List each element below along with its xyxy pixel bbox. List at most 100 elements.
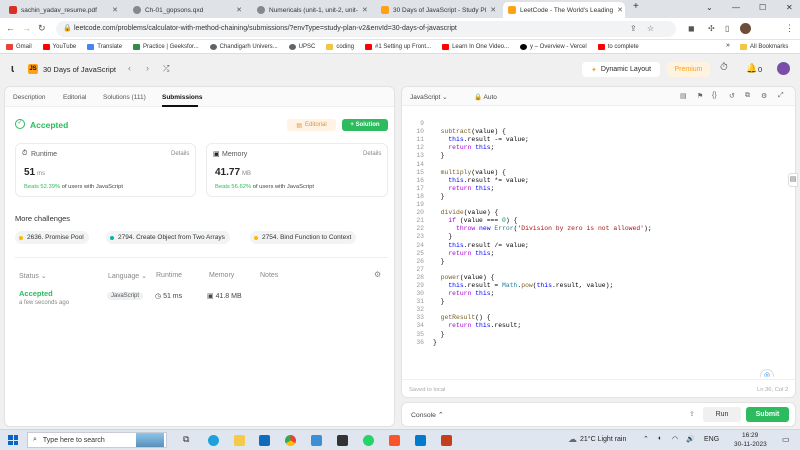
close-icon[interactable]: ✕ [232, 6, 242, 14]
browser-tab-3[interactable]: Numericals (unit-1, unit-2, unit- ✕ [252, 2, 371, 18]
chevron-down-icon[interactable]: ⌄ [706, 3, 713, 12]
source-code[interactable]: subtract(value) { this.result -= value; … [433, 112, 652, 347]
tray-chevron-up-icon[interactable]: ⌃ [643, 435, 649, 443]
study-plan-title[interactable]: 30 Days of JavaScript [43, 65, 116, 74]
side-panel-icon[interactable]: ▤ [788, 173, 798, 187]
run-button[interactable]: Run [703, 407, 741, 422]
sidebar-icon[interactable]: ▯ [725, 24, 729, 33]
menu-dots-icon[interactable]: ⋮ [785, 23, 794, 34]
bookmark-upsc[interactable]: UPSC [288, 43, 315, 50]
new-tab-button[interactable]: + [633, 1, 639, 12]
notification-bell-icon[interactable]: 🔔 [746, 63, 757, 74]
bookmark-setting-up-front[interactable]: #1 Setting up Front... [365, 43, 431, 50]
task-view-icon[interactable]: ⧉ [183, 434, 189, 445]
row-status[interactable]: Accepted [19, 289, 53, 298]
reset-icon[interactable]: ↺ [729, 92, 735, 100]
minimize-icon[interactable]: — [732, 3, 740, 12]
share-icon[interactable]: ⇪ [630, 24, 637, 33]
browser-tab-1[interactable]: sachin_yadav_resume.pdf ✕ [4, 2, 123, 18]
windows-start-icon[interactable] [8, 435, 18, 445]
bookmark-learn-one-video[interactable]: Learn In One Video... [442, 43, 509, 50]
settings-gear-icon[interactable]: ⚙ [374, 270, 381, 279]
runtime-details-link[interactable]: Details [171, 151, 189, 157]
column-status[interactable]: Status ⌄ [19, 272, 47, 280]
weather-text[interactable]: 21°C Light rain [580, 436, 626, 443]
tab-solutions[interactable]: Solutions (111) [103, 94, 146, 101]
expand-icon[interactable]: ⤢ [778, 92, 784, 100]
table-row[interactable]: Accepted a few seconds ago JavaScript ◷ … [15, 286, 388, 310]
forward-icon[interactable]: → [22, 23, 31, 33]
runtime-card[interactable]: ⏱ Runtime Details 51 ms Beats 52.39% of … [15, 143, 196, 197]
tab-submissions[interactable]: Submissions [162, 94, 202, 101]
next-icon[interactable]: › [146, 63, 149, 73]
prev-icon[interactable]: ‹ [128, 63, 131, 73]
extensions-puzzle-icon[interactable]: ✣ [708, 24, 715, 33]
bookmark-vercel[interactable]: y – Overview - Vercel [520, 43, 587, 50]
bookmark-youtube[interactable]: YouTube [42, 43, 76, 50]
clock-date[interactable]: 30-11-2023 [734, 441, 767, 448]
browser-tab-2[interactable]: Ch-01_gopsons.qxd ✕ [128, 2, 247, 18]
bookmark-geeksforgeeks[interactable]: Practice | Geeksfor... [133, 43, 199, 50]
maximize-icon[interactable]: ☐ [759, 3, 766, 12]
leetcode-logo-icon[interactable]: ɩ [11, 63, 14, 75]
browser-tab-4[interactable]: 30 Days of JavaScript - Study Pl ✕ [376, 2, 498, 18]
challenge-chip[interactable]: 2636. Promise Pool [15, 231, 89, 244]
tab-description[interactable]: Description [13, 94, 46, 101]
brave-icon[interactable] [389, 435, 400, 446]
bookmark-coding-folder[interactable]: coding [326, 43, 354, 50]
bookmark-star-icon[interactable]: ☆ [647, 24, 654, 33]
clock-time[interactable]: 16:29 [742, 432, 758, 439]
vscode-icon[interactable] [415, 435, 426, 446]
close-icon[interactable]: ✕ [613, 6, 623, 14]
profile-avatar[interactable] [740, 23, 751, 34]
media-icon[interactable] [337, 435, 348, 446]
settings-gear-icon[interactable]: ⚙ [761, 92, 767, 100]
challenge-chip[interactable]: 2794. Create Object from Two Arrays [106, 231, 230, 244]
challenge-chip[interactable]: 2754. Bind Function to Context [250, 231, 357, 244]
user-avatar[interactable] [777, 62, 790, 75]
all-bookmarks[interactable]: All Bookmarks [740, 44, 788, 50]
feedback-chat-icon[interactable]: ◎ [760, 369, 774, 377]
code-area[interactable]: 9 10 11 12 13 14 15 16 17 18 19 20 21 22… [402, 107, 795, 377]
chrome-icon[interactable] [285, 435, 296, 446]
close-icon[interactable]: ✕ [486, 6, 496, 14]
language-select[interactable]: JavaScript ⌄ [410, 93, 448, 101]
timer-icon[interactable]: ⏱ [720, 62, 728, 73]
extension-icon[interactable]: ◼ [688, 24, 695, 33]
url-field[interactable]: 🔒 leetcode.com/problems/calculator-with-… [56, 21, 676, 37]
shuffle-icon[interactable]: ⤮ [163, 64, 169, 74]
auto-mode-toggle[interactable]: 🔒 Auto [474, 93, 497, 101]
whatsapp-icon[interactable] [363, 435, 374, 446]
braces-icon[interactable]: {} [712, 92, 717, 99]
network-icon[interactable]: ◐ [658, 435, 662, 442]
close-icon[interactable]: ✕ [108, 6, 118, 14]
bookmark-chandigarh[interactable]: Chandigarh Univers... [209, 43, 278, 50]
column-language[interactable]: Language ⌄ [108, 272, 147, 280]
tab-editorial[interactable]: Editorial [63, 94, 86, 101]
file-explorer-icon[interactable] [234, 435, 245, 446]
bookmark-icon[interactable]: ⚑ [697, 92, 703, 100]
upload-icon[interactable]: ⇪ [689, 410, 695, 418]
dynamic-layout-button[interactable]: ✦ Dynamic Layout [582, 62, 660, 77]
close-window-icon[interactable]: ✕ [786, 3, 793, 12]
wifi-icon[interactable]: ◠ [672, 435, 678, 443]
bookmark-translate[interactable]: Translate [87, 43, 122, 50]
submit-button[interactable]: Submit [746, 407, 789, 422]
solution-button[interactable]: + Solution [342, 119, 388, 131]
memory-card[interactable]: ▣ Memory Details 41.77 MB Beats 56.62% o… [206, 143, 388, 197]
powerpoint-icon[interactable] [441, 435, 452, 446]
memory-details-link[interactable]: Details [363, 151, 381, 157]
bookmarks-overflow-icon[interactable]: » [726, 42, 730, 49]
reload-icon[interactable]: ↻ [38, 23, 46, 34]
photos-icon[interactable] [311, 435, 322, 446]
browser-tab-5[interactable]: LeetCode - The World's Leading ✕ [503, 2, 625, 18]
notifications-icon[interactable]: ▭ [782, 435, 790, 444]
console-toggle[interactable]: Console ⌃ [411, 411, 444, 419]
close-icon[interactable]: ✕ [358, 6, 368, 14]
volume-icon[interactable]: 🔊 [686, 435, 695, 443]
premium-button[interactable]: Premium [667, 62, 710, 77]
back-icon[interactable]: ← [6, 23, 15, 33]
edge-icon[interactable] [208, 435, 219, 446]
split-icon[interactable]: ⧉ [745, 92, 750, 100]
mail-icon[interactable] [259, 435, 270, 446]
